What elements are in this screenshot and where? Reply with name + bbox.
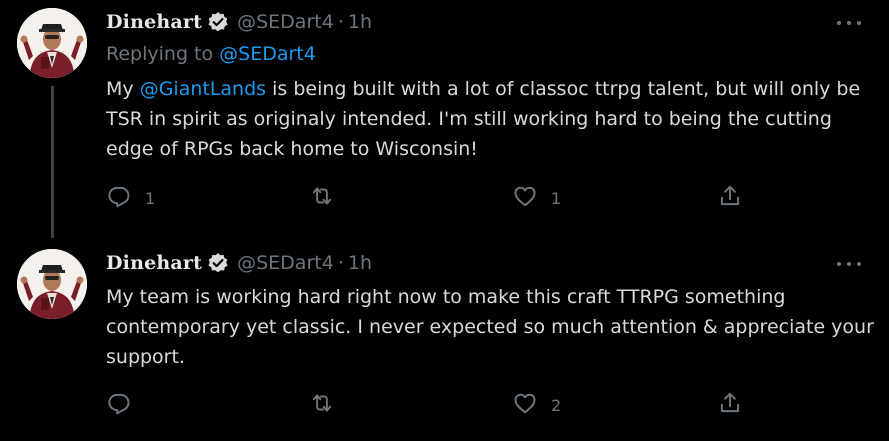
separator-dot: ·	[337, 252, 344, 274]
like-button[interactable]: 1	[512, 183, 561, 213]
tweet-actions: 2	[0, 390, 889, 420]
display-name[interactable]: Dinehart	[106, 252, 202, 274]
tweet-actions: 1 1	[0, 183, 889, 213]
thread-line	[51, 86, 54, 238]
handle[interactable]: @SEDart4	[237, 252, 334, 274]
retweet-button[interactable]	[309, 390, 348, 420]
more-options-icon[interactable]	[837, 13, 861, 33]
replying-to-handle[interactable]: @SEDart4	[219, 43, 316, 65]
reply-bubble-icon	[106, 183, 132, 213]
tweet[interactable]: Dinehart @SEDart4 · 1h Replying to @SEDa…	[0, 0, 889, 238]
heart-icon	[512, 183, 538, 213]
tweet-header: Dinehart @SEDart4 · 1h	[106, 7, 372, 37]
replying-to-label: Replying to	[106, 43, 220, 65]
avatar[interactable]	[17, 249, 87, 319]
heart-icon	[512, 390, 538, 420]
verified-badge-icon	[207, 11, 229, 33]
timestamp[interactable]: 1h	[348, 252, 372, 274]
tweet[interactable]: Dinehart @SEDart4 · 1h My team is workin…	[0, 233, 889, 441]
tweet-text: My team is working hard right now to mak…	[106, 286, 874, 368]
share-icon	[717, 183, 743, 213]
mention-link[interactable]: @GiantLands	[140, 78, 266, 100]
like-count: 1	[551, 188, 562, 208]
separator-dot: ·	[337, 11, 344, 33]
display-name[interactable]: Dinehart	[106, 11, 202, 33]
verified-badge-icon	[207, 252, 229, 274]
reply-count: 1	[145, 188, 156, 208]
tweet-text-start: My	[106, 78, 140, 100]
share-icon	[717, 390, 743, 420]
reply-bubble-icon	[106, 390, 132, 420]
avatar[interactable]	[17, 8, 87, 78]
retweet-icon	[309, 390, 335, 420]
share-button[interactable]	[717, 390, 743, 420]
like-count: 2	[551, 395, 562, 415]
tweet-header: Dinehart @SEDart4 · 1h	[106, 248, 372, 278]
retweet-icon	[309, 183, 335, 213]
handle[interactable]: @SEDart4	[237, 11, 334, 33]
tweet-text: My @GiantLands is being built with a lot…	[106, 74, 876, 164]
more-options-icon[interactable]	[837, 254, 861, 274]
like-button[interactable]: 2	[512, 390, 561, 420]
share-button[interactable]	[717, 183, 743, 213]
replying-to: Replying to @SEDart4	[106, 43, 316, 65]
reply-button[interactable]: 1	[106, 183, 155, 213]
timestamp[interactable]: 1h	[348, 11, 372, 33]
retweet-button[interactable]	[309, 183, 348, 213]
reply-button[interactable]	[106, 390, 145, 420]
